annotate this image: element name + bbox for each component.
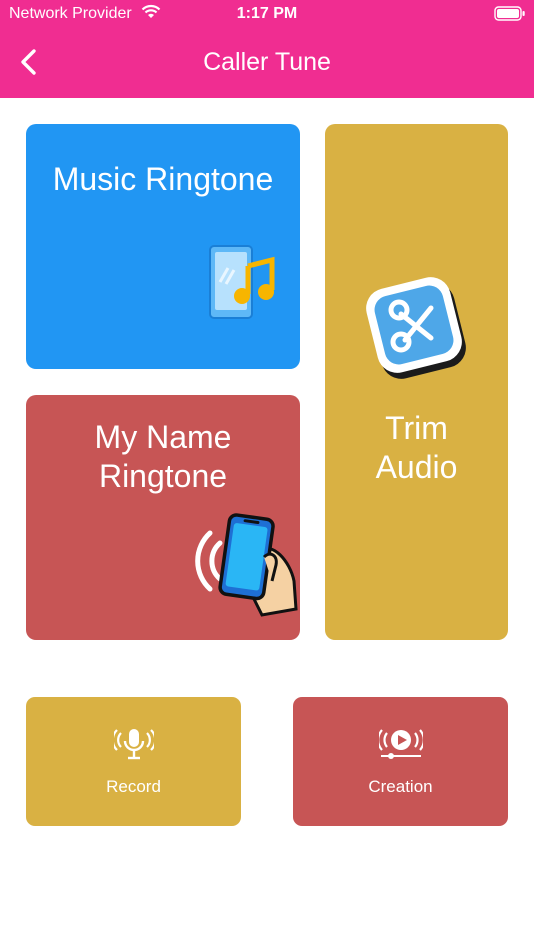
my-name-ringtone-line2: Ringtone (98, 458, 228, 494)
creation-button[interactable]: Creation (293, 697, 508, 826)
trim-audio-card[interactable]: Trim Audio (325, 124, 508, 640)
status-bar: Network Provider 1:17 PM (0, 0, 534, 28)
music-ringtone-label: Music Ringtone (52, 161, 274, 197)
microphone-icon (114, 729, 154, 760)
record-button[interactable]: Record (26, 697, 241, 826)
video-creation-icon (379, 729, 423, 759)
page-title: Caller Tune (203, 48, 331, 76)
scissors-icon (366, 277, 466, 379)
record-label: Record (106, 777, 161, 796)
status-time: 1:17 PM (236, 5, 298, 22)
music-ringtone-card[interactable]: Music Ringtone (26, 124, 300, 369)
trim-audio-line2: Audio (375, 449, 458, 485)
my-name-ringtone-line1: My Name (94, 419, 232, 455)
app-header: Network Provider 1:17 PM Caller Tune (0, 0, 534, 98)
battery-icon (494, 6, 525, 21)
my-name-ringtone-card[interactable]: My Name Ringtone (26, 395, 300, 640)
hand-phone-ringing-icon (195, 513, 298, 617)
trim-audio-line1: Trim (385, 410, 448, 446)
creation-label: Creation (368, 777, 433, 796)
phone-music-icon (209, 245, 275, 319)
